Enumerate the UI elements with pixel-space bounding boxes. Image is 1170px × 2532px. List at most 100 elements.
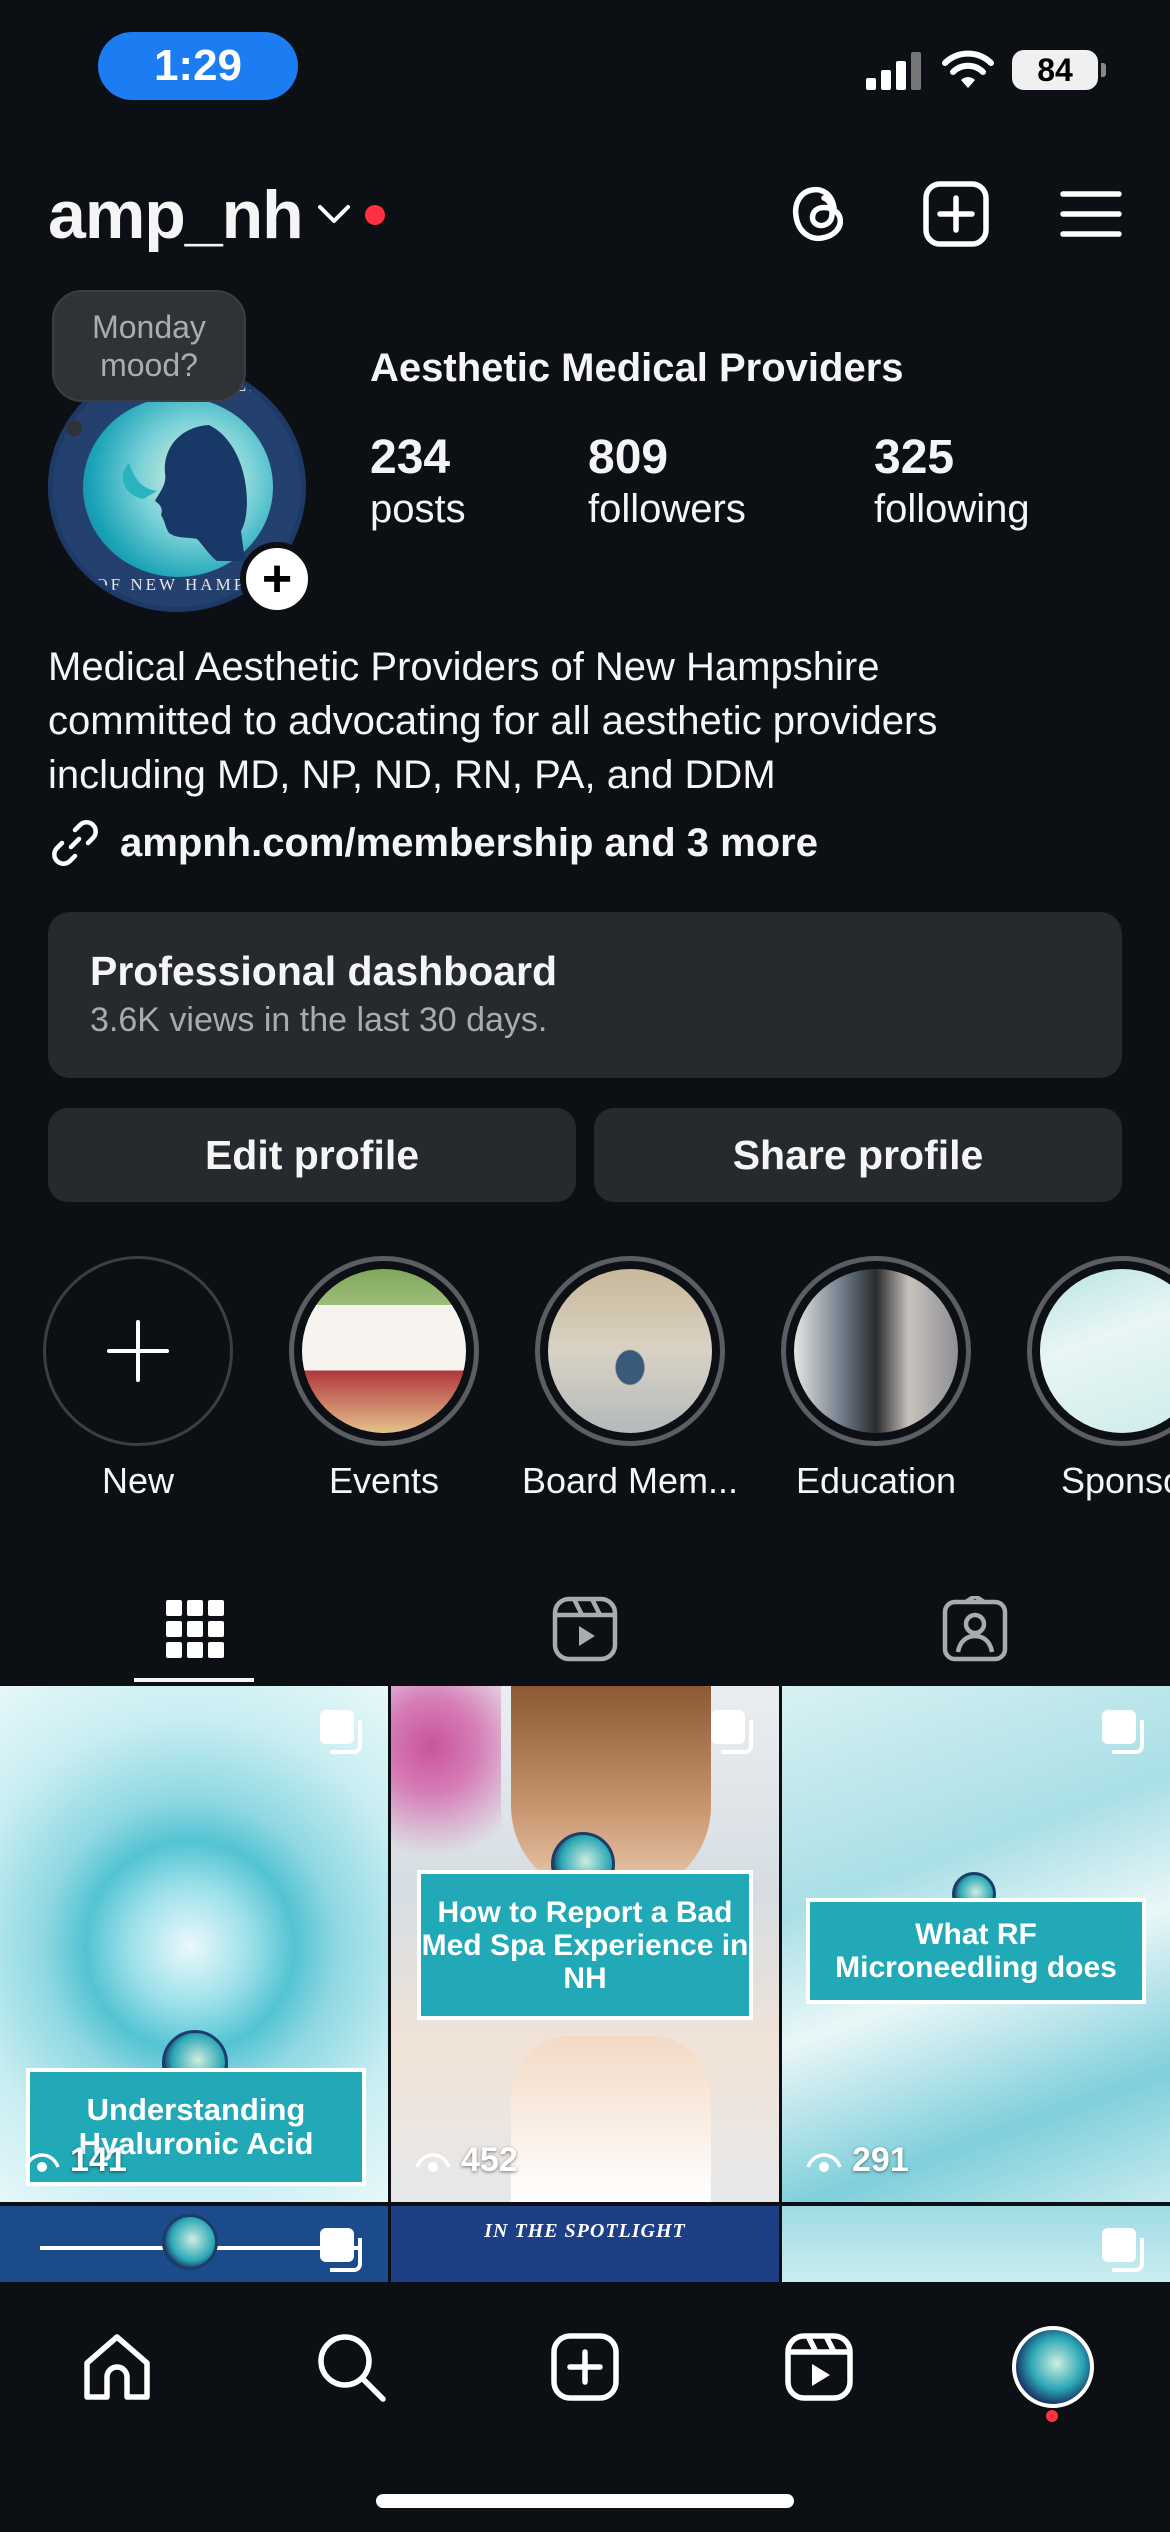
- threads-icon[interactable]: [788, 180, 852, 248]
- link-icon: [52, 820, 98, 866]
- highlight-cover-image: [1040, 1269, 1170, 1433]
- stat-label: following: [874, 486, 1030, 531]
- highlight-cover-image: [548, 1269, 712, 1433]
- wifi-icon: [942, 50, 994, 88]
- notification-dot: [364, 205, 385, 225]
- highlight-ring: [289, 1256, 479, 1446]
- stat-followers[interactable]: 809 followers: [588, 431, 746, 533]
- view-count: 452: [415, 2141, 518, 2180]
- posts-grid: Understanding Hyaluronic Acid 141 How to…: [0, 1686, 1170, 2286]
- post-title: What RF Microneedling does: [806, 1898, 1146, 2004]
- highlight-label: Sponso: [1060, 1460, 1170, 1501]
- post-title: How to Report a Bad Med Spa Experience i…: [417, 1870, 753, 2020]
- signal-icon: [866, 52, 921, 90]
- dashboard-title: Professional dashboard: [90, 948, 558, 994]
- photo-hands: [511, 2036, 711, 2202]
- plus-icon: [107, 1320, 169, 1382]
- highlight-education[interactable]: Education: [778, 1256, 974, 1502]
- post-tile[interactable]: Understanding Hyaluronic Acid 141: [0, 1686, 388, 2202]
- highlight-label: Events: [328, 1460, 440, 1501]
- highlight-ring: [781, 1256, 971, 1446]
- profile-tabs: [0, 1574, 1170, 1684]
- reels-icon: [552, 1596, 618, 1662]
- nav-search[interactable]: [306, 2322, 396, 2412]
- highlight-label: Board Mem...: [521, 1460, 739, 1501]
- status-time: 1:29: [98, 32, 298, 100]
- eye-icon: [24, 2152, 60, 2172]
- search-icon: [318, 2334, 386, 2402]
- reels-icon: [785, 2333, 853, 2401]
- highlight-ring: [1027, 1256, 1170, 1446]
- post-tile[interactable]: What RF Microneedling does 291: [782, 1686, 1170, 2202]
- home-icon: [84, 2334, 150, 2400]
- stat-following[interactable]: 325 following: [874, 431, 1030, 533]
- professional-dashboard[interactable]: Professional dashboard 3.6K views in the…: [48, 912, 1122, 1078]
- chevron-down-icon: [317, 205, 350, 223]
- tab-tagged[interactable]: [780, 1574, 1170, 1684]
- highlight-events[interactable]: Events: [286, 1256, 482, 1502]
- display-name: Aesthetic Medical Providers: [370, 346, 904, 390]
- highlight-new[interactable]: New: [40, 1256, 236, 1502]
- edit-profile-button[interactable]: Edit profile: [48, 1108, 576, 1202]
- eye-icon: [806, 2152, 842, 2172]
- highlight-sponsors[interactable]: Sponso: [1024, 1256, 1170, 1502]
- highlight-cover-image: [302, 1269, 466, 1433]
- stat-label: followers: [588, 486, 746, 531]
- status-icons: 84: [866, 50, 1106, 90]
- create-icon: [551, 2333, 619, 2401]
- highlight-board-members[interactable]: Board Mem...: [522, 1256, 738, 1502]
- bio-line: Medical Aesthetic Providers of New Hamps…: [48, 645, 880, 689]
- profile-avatar-small: [1012, 2326, 1094, 2408]
- nav-profile[interactable]: [1008, 2322, 1098, 2412]
- stat-posts[interactable]: 234 posts: [370, 431, 466, 533]
- carousel-icon: [1102, 2228, 1144, 2272]
- nav-reels[interactable]: [774, 2322, 864, 2412]
- stat-label: posts: [370, 486, 466, 531]
- post-tile[interactable]: [0, 2206, 388, 2286]
- view-count: 291: [806, 2141, 909, 2180]
- account-switcher[interactable]: amp_nh: [48, 176, 385, 254]
- grid-icon: [166, 1600, 224, 1658]
- post-tile[interactable]: IN THE SPOTLIGHT: [391, 2206, 779, 2286]
- tagged-person-icon: [942, 1596, 1008, 1662]
- post-tile[interactable]: How to Report a Bad Med Spa Experience i…: [391, 1686, 779, 2202]
- face-silhouette-icon: [122, 425, 247, 561]
- share-profile-button[interactable]: Share profile: [594, 1108, 1122, 1202]
- note-bubble[interactable]: Monday mood?: [52, 290, 246, 402]
- create-icon[interactable]: [922, 180, 990, 248]
- post-tile[interactable]: [782, 2206, 1170, 2286]
- stat-number: 234: [370, 431, 451, 484]
- tab-reels[interactable]: [390, 1574, 780, 1684]
- carousel-icon: [711, 1710, 753, 1754]
- stat-number: 325: [874, 431, 955, 484]
- highlight-cover-image: [794, 1269, 958, 1433]
- active-tab-indicator: [134, 1678, 254, 1682]
- nav-create[interactable]: [540, 2322, 630, 2412]
- header-actions: [788, 180, 1122, 248]
- eye-icon: [415, 2152, 451, 2172]
- bio-link-text: ampnh.com/membership and 3 more: [120, 820, 818, 865]
- highlight-ring: [535, 1256, 725, 1446]
- view-count-number: 452: [461, 2141, 518, 2179]
- carousel-icon: [1102, 1710, 1144, 1754]
- post-logo: [162, 2214, 218, 2270]
- highlight-label: Education: [795, 1460, 957, 1501]
- bio-link[interactable]: ampnh.com/membership and 3 more: [48, 816, 818, 870]
- nav-home[interactable]: [72, 2322, 162, 2412]
- view-count: 141: [24, 2141, 127, 2180]
- battery-indicator: 84: [1012, 50, 1106, 90]
- tab-posts-grid[interactable]: [0, 1574, 390, 1684]
- highlight-label: New: [101, 1460, 175, 1501]
- view-count-number: 141: [70, 2141, 127, 2179]
- home-indicator: [376, 2494, 794, 2508]
- dashboard-subtitle: 3.6K views in the last 30 days.: [90, 1001, 548, 1039]
- post-title: IN THE SPOTLIGHT: [484, 2220, 686, 2242]
- menu-icon[interactable]: [1060, 189, 1122, 239]
- bio-line: including MD, NP, ND, RN, PA, and DDM: [48, 753, 776, 797]
- profile-notification-dot: [1046, 2410, 1058, 2422]
- note-bubble-tail: [66, 420, 82, 436]
- carousel-icon: [320, 1710, 362, 1754]
- username: amp_nh: [48, 177, 304, 253]
- bio: Medical Aesthetic Providers of New Hamps…: [48, 640, 1128, 802]
- add-story-button[interactable]: +: [240, 542, 314, 616]
